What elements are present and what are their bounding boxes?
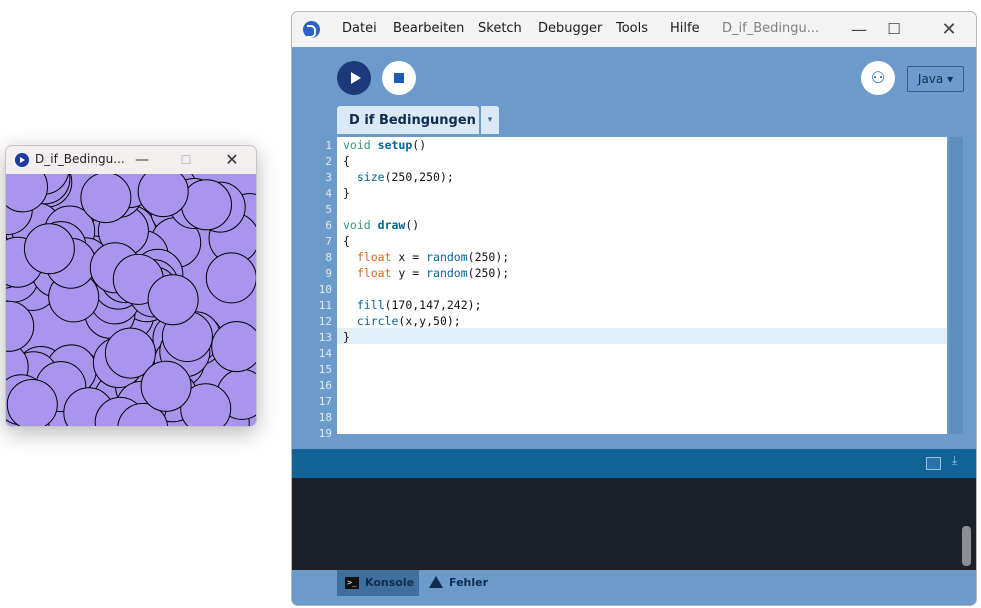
close-icon[interactable]: ✕ — [212, 146, 252, 174]
code-token: fill — [356, 298, 385, 312]
code-line: } — [343, 330, 350, 344]
sketch-circle — [211, 321, 256, 373]
debug-icon: ⚇ — [870, 68, 886, 87]
document-title: D_if_Bedingu... — [722, 21, 820, 36]
sketch-circle — [205, 252, 256, 304]
menu-bearbeiten[interactable]: Bearbeiten — [393, 21, 464, 36]
sketch-window[interactable]: D_if_Bedingu... — ☐ ✕ — [5, 145, 257, 427]
code-token: circle — [356, 314, 399, 328]
code-line: void setup() — [343, 138, 427, 152]
processing-app-icon — [303, 21, 320, 38]
processing-ide-window: Datei Bearbeiten Sketch Debugger Tools H… — [291, 11, 977, 606]
sketch-circle — [6, 379, 58, 426]
run-button[interactable] — [337, 61, 371, 95]
line-number: 9 — [325, 267, 332, 280]
tab-console[interactable]: >_ Konsole — [337, 570, 419, 596]
line-number: 15 — [318, 363, 332, 376]
sketch-canvas[interactable] — [6, 174, 256, 426]
line-number: 16 — [318, 379, 332, 392]
stop-button[interactable] — [382, 61, 416, 95]
line-number-gutter: 1 2 3 4 5 6 7 8 9 10 11 12 13 14 15 16 1… — [292, 137, 336, 469]
menu-hilfe[interactable]: Hilfe — [670, 21, 700, 36]
tab-console-label: Konsole — [365, 576, 415, 589]
code-token: void — [343, 218, 371, 232]
processing-logo-icon — [15, 153, 29, 167]
menu-bar: Datei Bearbeiten Sketch Debugger Tools H… — [292, 12, 976, 47]
menu-tools[interactable]: Tools — [616, 21, 648, 36]
line-number: 14 — [318, 347, 332, 360]
line-number: 2 — [325, 155, 332, 168]
tab-menu-button[interactable]: ▾ — [481, 106, 499, 134]
tab-sketch[interactable]: D if Bedingungen 2 — [337, 106, 489, 134]
code-token: draw — [377, 218, 406, 232]
sketch-titlebar[interactable]: D_if_Bedingu... — ☐ ✕ — [6, 146, 256, 174]
code-line: void draw() — [343, 218, 420, 232]
sketch-circle — [147, 274, 199, 326]
editor-scrollbar[interactable] — [949, 137, 963, 434]
current-line-highlight — [337, 328, 947, 344]
line-number: 8 — [325, 251, 332, 264]
menu-sketch[interactable]: Sketch — [478, 21, 522, 36]
console-scrollbar[interactable] — [962, 526, 971, 566]
code-token: random — [426, 250, 468, 264]
line-number: 1 — [325, 139, 332, 152]
line-number: 19 — [318, 427, 332, 440]
console-copy-icon[interactable] — [926, 457, 941, 470]
mode-selector[interactable]: Java ▾ — [907, 66, 964, 92]
line-number: 5 — [325, 203, 332, 216]
line-number: 7 — [325, 235, 332, 248]
code-line: float y = random(250); — [356, 266, 510, 280]
code-token: setup — [377, 138, 413, 152]
sketch-circle — [80, 174, 132, 224]
code-token: void — [343, 138, 371, 152]
line-number: 4 — [325, 187, 332, 200]
console-down-icon[interactable]: ⤓ — [952, 453, 957, 468]
code-token: size — [356, 170, 385, 184]
tab-label: D if Bedingungen 2 — [349, 113, 490, 128]
sketch-circle — [140, 360, 192, 412]
minimize-icon[interactable]: — — [122, 146, 162, 174]
sketch-window-title: D_if_Bedingu... — [35, 152, 125, 166]
console-output[interactable] — [292, 478, 976, 570]
tab-errors[interactable]: Fehler — [449, 576, 488, 589]
line-number: 10 — [318, 283, 332, 296]
code-token: float — [356, 266, 392, 280]
window-maximize-icon[interactable]: ☐ — [871, 12, 917, 47]
debug-button[interactable]: ⚇ — [861, 61, 895, 95]
warning-icon — [429, 576, 443, 588]
code-token: float — [356, 250, 392, 264]
code-line: } — [343, 186, 350, 200]
line-number: 11 — [318, 299, 332, 312]
code-line: size(250,250); — [356, 170, 454, 184]
menu-datei[interactable]: Datei — [342, 21, 377, 36]
line-number: 6 — [325, 219, 332, 232]
code-line: float x = random(250); — [356, 250, 510, 264]
line-number: 13 — [318, 331, 332, 344]
code-line: { — [343, 154, 350, 168]
maximize-icon[interactable]: ☐ — [166, 146, 206, 174]
code-line: fill(170,147,242); — [356, 298, 482, 312]
line-number: 3 — [325, 171, 332, 184]
code-editor[interactable]: void setup() { size(250,250); } void dra… — [337, 137, 947, 434]
line-number: 18 — [318, 411, 332, 424]
window-close-icon[interactable]: ✕ — [926, 12, 972, 47]
sketch-circle — [181, 179, 232, 231]
line-number: 12 — [318, 315, 332, 328]
circles-drawing — [6, 174, 256, 426]
terminal-icon: >_ — [345, 577, 359, 589]
line-number: 17 — [318, 395, 332, 408]
menu-debugger[interactable]: Debugger — [538, 21, 602, 36]
code-line: circle(x,y,50); — [356, 314, 461, 328]
console-header — [292, 449, 976, 478]
code-line: { — [343, 234, 350, 248]
sketch-circle — [23, 223, 75, 275]
code-token: random — [426, 266, 468, 280]
